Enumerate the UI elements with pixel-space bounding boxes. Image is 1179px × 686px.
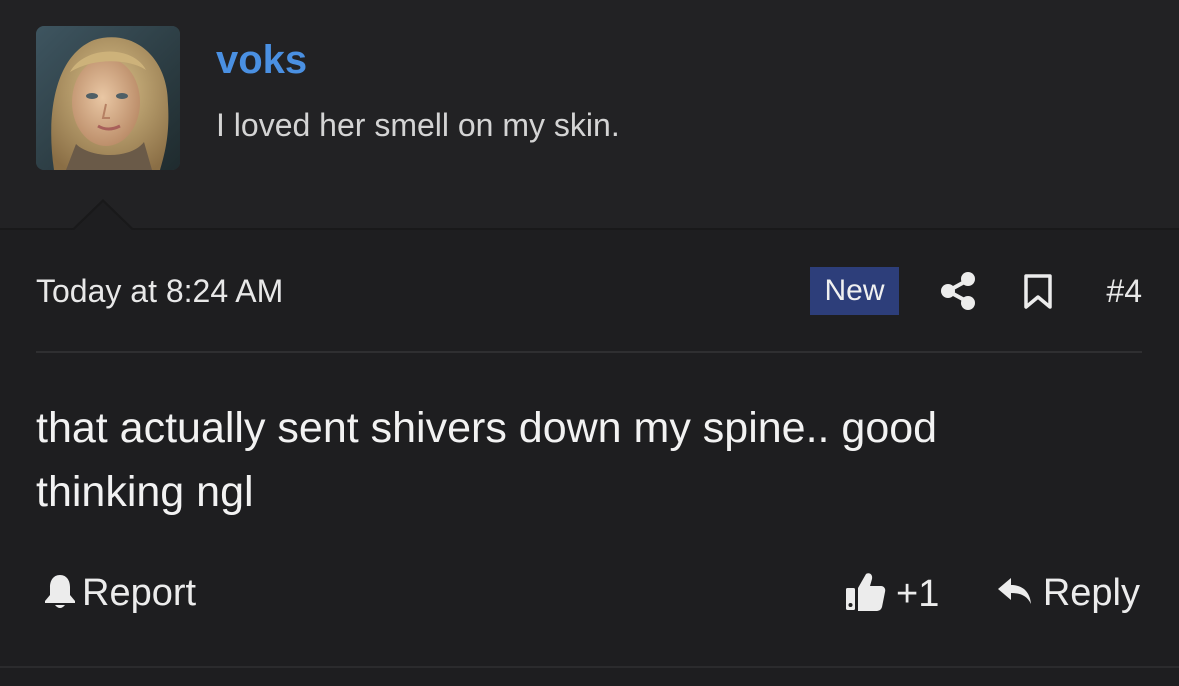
- report-label: Report: [82, 572, 197, 614]
- post-actions: Report +1 Reply: [36, 566, 1142, 620]
- meta-divider: [36, 351, 1142, 353]
- bell-icon: [44, 573, 76, 614]
- reply-label: Reply: [1042, 572, 1140, 614]
- header-pointer-fill: [73, 202, 133, 231]
- like-button[interactable]: +1: [844, 570, 939, 617]
- avatar-image: [36, 26, 180, 170]
- like-count: +1: [896, 572, 940, 615]
- bookmark-icon[interactable]: [1023, 274, 1053, 310]
- user-title: I loved her smell on my skin.: [216, 107, 620, 143]
- reply-arrow-icon: [997, 576, 1033, 611]
- thumbs-up-icon: [844, 570, 886, 617]
- post-meta: Today at 8:24 AM New #4: [36, 266, 1142, 316]
- report-button[interactable]: Report: [44, 570, 196, 616]
- post-timestamp[interactable]: Today at 8:24 AM: [36, 271, 283, 311]
- post-number[interactable]: #4: [1106, 271, 1142, 311]
- new-badge: New: [810, 267, 899, 315]
- avatar[interactable]: [36, 26, 180, 170]
- username[interactable]: voks: [216, 36, 307, 84]
- bottom-divider: [0, 666, 1179, 668]
- header-divider: [0, 228, 1179, 230]
- share-icon[interactable]: [940, 272, 976, 310]
- post-body: that actually sent shivers down my spine…: [36, 404, 938, 516]
- reply-button[interactable]: Reply: [997, 570, 1140, 616]
